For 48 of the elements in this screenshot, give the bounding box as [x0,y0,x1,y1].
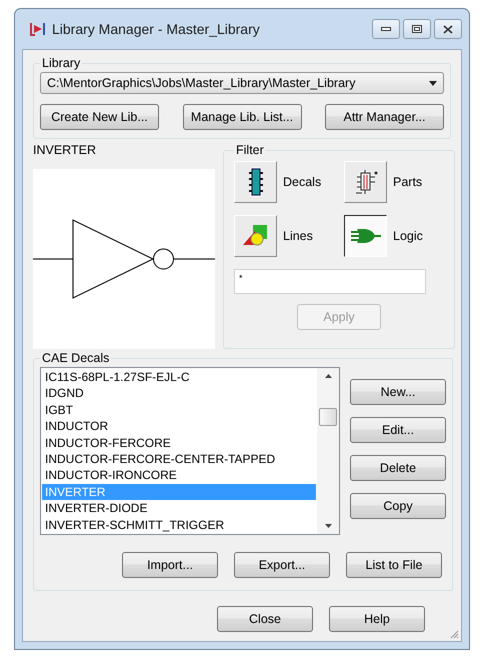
window-title: Library Manager - Master_Library [52,21,261,37]
dropdown-caret-icon [429,80,437,86]
filter-pattern-field[interactable]: * [234,269,426,294]
maximize-icon [412,25,422,33]
list-item[interactable]: INVERTER-SCHMITT_TRIGGER [42,516,316,533]
list-item[interactable]: IC11S-68PL-1.27SF-EJL-C [42,369,316,386]
library-dropdown[interactable]: C:\MentorGraphics\Jobs\Master_Library\Master_Library [40,72,444,94]
filter-label: Parts [393,175,422,189]
maximize-button[interactable] [403,19,431,39]
minimize-button[interactable] [372,19,400,39]
filter-label: Logic [393,229,423,243]
library-button[interactable]: Attr Manager... [325,104,444,130]
filter-label: Decals [283,175,322,189]
group-label: Filter [235,143,265,157]
group-label: CAE Decals [41,351,110,365]
scrollbar[interactable] [317,368,339,534]
scroll-up-icon [324,374,332,378]
minimize-icon [381,26,391,32]
library-button[interactable]: Manage Lib. List... [182,104,302,130]
chip-icon [248,168,262,196]
list-action-button[interactable]: Export... [234,552,330,578]
dialog-button[interactable]: Help [329,606,425,632]
list-item[interactable]: INDUCTOR [42,418,316,435]
group-label: Library [41,56,82,70]
list-item[interactable]: INDUCTOR-FERCORE [42,434,316,451]
list-item[interactable]: INVERTER-DIODE [42,500,316,517]
list-item[interactable]: IGBT [42,402,316,418]
preview-label: INVERTER [33,143,97,159]
filter-label: Lines [283,229,313,243]
list-action-button[interactable]: Import... [122,552,218,578]
list-item[interactable]: INDUCTOR-FERCORE-CENTER-TAPPED [42,450,316,468]
dialog-button[interactable]: Close [217,606,313,632]
decal-action-button[interactable]: Delete [350,455,446,481]
decal-action-button[interactable]: Copy [350,493,446,519]
list-action-button[interactable]: List to File [346,552,442,578]
close-icon [443,24,453,34]
app-icon [30,21,46,37]
logic-gate-icon [350,227,380,245]
library-button[interactable]: Create New Lib... [40,104,159,130]
scroll-down-icon [324,524,332,528]
scroll-thumb[interactable] [319,408,337,426]
resize-grip-icon[interactable] [449,629,459,639]
list-item[interactable]: INDUCTOR-IRONCORE [42,467,316,484]
decal-action-button[interactable]: New... [350,379,446,405]
close-button[interactable] [434,19,462,39]
list-item[interactable]: IDGND [42,385,316,402]
filter-toggle[interactable] [344,215,387,257]
decal-action-button[interactable]: Edit... [350,417,446,443]
